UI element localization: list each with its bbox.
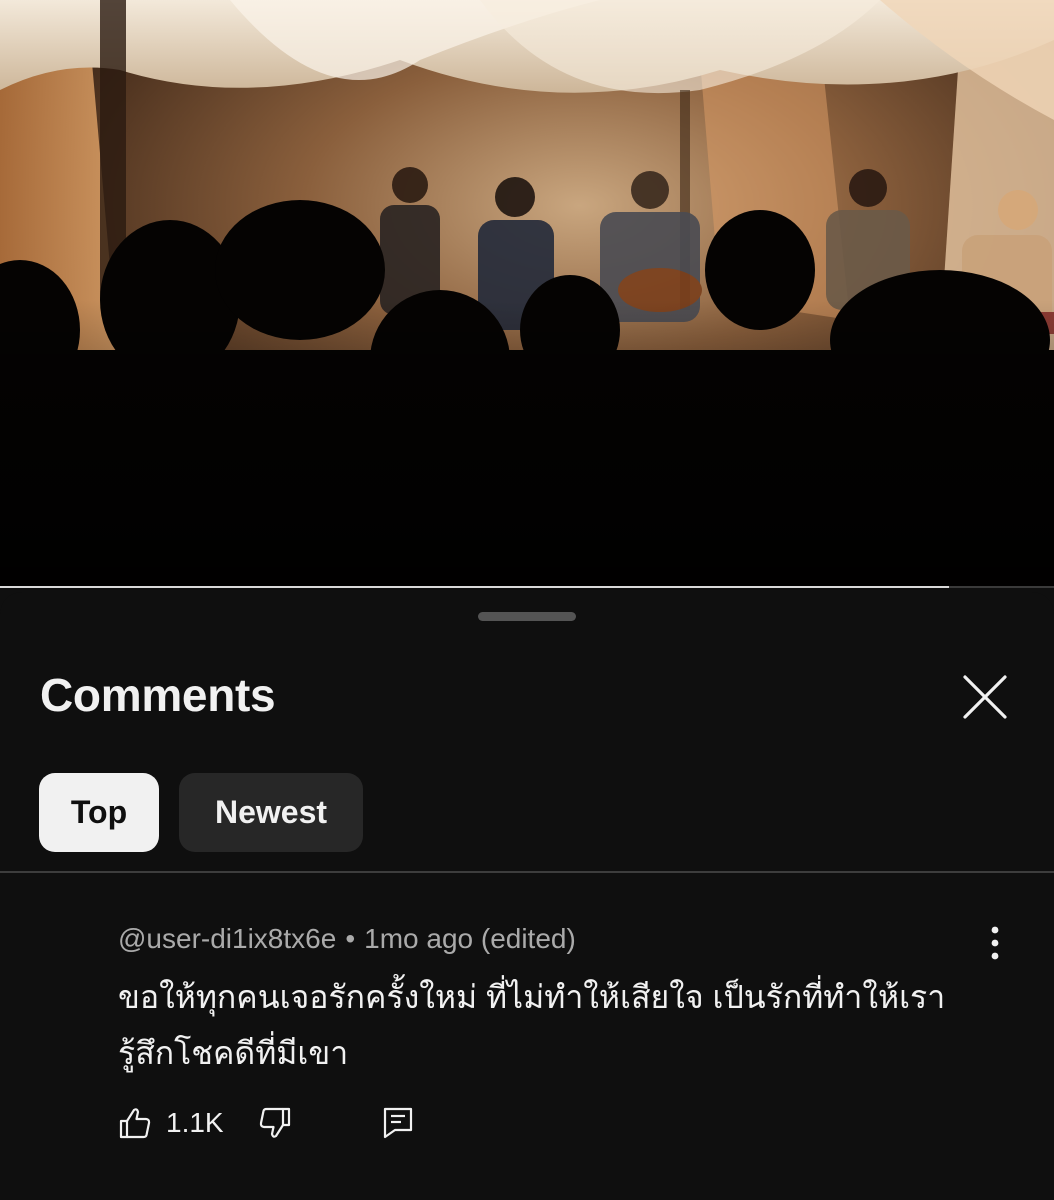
video-player[interactable]	[0, 0, 1054, 588]
comment-text-line: รู้สึกโชคดีที่มีเขา	[118, 1035, 349, 1071]
video-progress-bar[interactable]	[0, 586, 1054, 588]
like-button[interactable]: 1.1K	[118, 1097, 224, 1149]
close-icon	[963, 675, 1007, 719]
comment-meta: @user-di1ix8tx6e • 1mo ago (edited)	[118, 921, 576, 957]
dislike-button[interactable]	[258, 1097, 292, 1149]
comment-time: 1mo ago (edited)	[364, 923, 576, 954]
close-button[interactable]	[952, 664, 1018, 730]
more-vertical-icon	[991, 926, 999, 960]
comments-title: Comments	[40, 669, 276, 721]
comment-more-button[interactable]	[978, 923, 1012, 965]
thumbs-up-icon	[119, 1108, 151, 1139]
like-count: 1.1K	[166, 1107, 224, 1138]
reply-button[interactable]	[382, 1097, 414, 1149]
video-frame	[0, 0, 1054, 588]
sort-chips: Top Newest	[39, 773, 363, 852]
comment-text: ขอให้ทุกคนเจอรักครั้งใหม่ ที่ไม่ทำให้เสี…	[118, 969, 978, 1081]
sheet-drag-handle[interactable]	[478, 612, 576, 621]
sort-chip-top[interactable]: Top	[39, 773, 159, 852]
sort-chip-newest[interactable]: Newest	[179, 773, 363, 852]
thumbs-down-icon	[259, 1107, 291, 1138]
app-screen: Comments Top Newest @user-di1ix8tx6e • 1mo…	[0, 0, 1054, 1200]
meta-separator: •	[345, 923, 356, 954]
comment-text-line: ขอให้ทุกคนเจอรักครั้งใหม่ ที่ไม่ทำให้เสี…	[118, 979, 946, 1015]
video-progress-fill	[0, 586, 949, 588]
reply-comment-icon	[383, 1107, 413, 1139]
comment-item: @user-di1ix8tx6e • 1mo ago (edited) ขอให้ท…	[0, 873, 1054, 1200]
comment-author[interactable]: @user-di1ix8tx6e	[118, 923, 336, 954]
comments-sheet: Comments Top Newest @user-di1ix8tx6e • 1mo…	[0, 592, 1054, 1200]
